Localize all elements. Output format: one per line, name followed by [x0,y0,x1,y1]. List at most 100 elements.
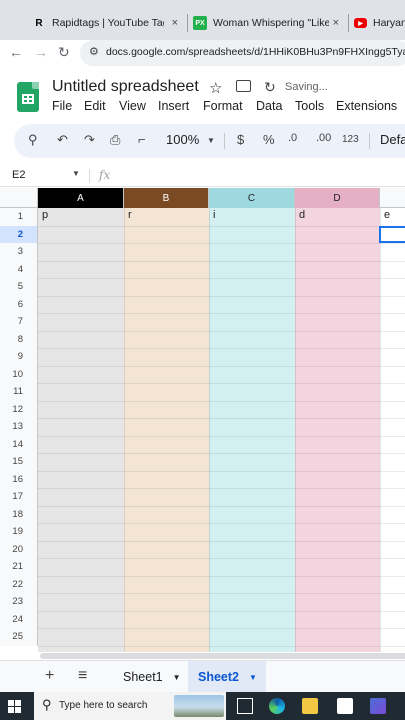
row-header-6[interactable]: 6 [0,295,38,313]
search-icon[interactable]: ⚲ [28,132,38,148]
menu-edit[interactable]: Edit [84,99,106,113]
row-gridline [38,260,405,262]
paint-format-icon[interactable]: ⌐ [138,132,146,147]
row-header-3[interactable]: 3 [0,243,38,261]
menu-insert[interactable]: Insert [158,99,189,113]
browser-tab-label: Woman Whispering "Like and S [213,17,329,29]
star-icon[interactable]: ☆ [209,79,222,97]
row-gridline [38,243,405,244]
close-icon[interactable]: × [333,17,339,29]
row-header-2[interactable]: 2 [0,225,38,243]
tab-sheet1[interactable]: Sheet1 ▼ [113,661,191,693]
taskbar-search[interactable]: ⚲ Type here to search [34,692,226,720]
zoom-select[interactable]: 100% [166,132,199,147]
selected-cell-e2[interactable] [379,226,405,243]
cell-c1[interactable]: i [213,209,215,221]
sheet-tab-bar: + ≡ Sheet1 ▼ Sheet2 ▼ [0,660,405,693]
browser-tab-woman-whispering[interactable]: PX Woman Whispering "Like and S × [193,6,343,40]
row-header-20[interactable]: 20 [0,540,38,558]
row-gridline [38,278,405,279]
row-header-10[interactable]: 10 [0,365,38,383]
row-header-17[interactable]: 17 [0,488,38,506]
row-header-19[interactable]: 19 [0,523,38,541]
cell-e1[interactable]: e [384,209,390,221]
increase-decimal-button[interactable]: .00 [316,132,331,144]
row-header-18[interactable]: 18 [0,505,38,523]
site-settings-icon[interactable]: ⚙ [89,45,99,58]
column-header-b[interactable]: B [124,188,209,208]
menu-view[interactable]: View [119,99,146,113]
row-header-1[interactable]: 1 [0,208,38,226]
menu-format[interactable]: Format [203,99,243,113]
undo-icon[interactable]: ↶ [57,132,68,148]
row-header-14[interactable]: 14 [0,435,38,453]
document-title[interactable]: Untitled spreadsheet [52,78,199,96]
back-arrow-icon[interactable]: ← [9,44,23,60]
menu-extensions[interactable]: Extensions [336,99,397,113]
file-explorer-icon[interactable] [302,698,318,714]
row-header-25[interactable]: 25 [0,628,38,646]
row-header-15[interactable]: 15 [0,453,38,471]
taskbar-search-placeholder: Type here to search [59,700,148,711]
row-header-8[interactable]: 8 [0,330,38,348]
menu-data[interactable]: Data [256,99,282,113]
sheets-logo-icon[interactable] [17,82,39,112]
font-select[interactable]: Defa [380,132,405,147]
browser-tab-rapidtags[interactable]: R Rapidtags | YouTube Tag Gener × [32,6,182,40]
edge-icon[interactable] [269,698,285,714]
tab-divider [187,14,188,32]
cell-b1[interactable]: r [128,209,132,221]
store-icon[interactable] [370,698,386,714]
redo-icon[interactable]: ↷ [84,132,95,148]
address-bar-row: ← → ↻ ⚙ docs.google.com/spreadsheets/d/1… [0,40,405,66]
row-header-16[interactable]: 16 [0,470,38,488]
move-to-folder-icon[interactable] [236,80,251,92]
row-gridline [38,435,405,437]
currency-button[interactable]: $ [237,132,244,147]
percent-button[interactable]: % [263,132,275,147]
column-header-a[interactable]: A [38,188,124,208]
row-header-24[interactable]: 24 [0,610,38,628]
row-header-13[interactable]: 13 [0,418,38,436]
all-sheets-icon[interactable]: ≡ [78,667,87,685]
close-icon[interactable]: × [172,17,178,29]
row-header-5[interactable]: 5 [0,278,38,296]
row-header-12[interactable]: 12 [0,400,38,418]
row-header-11[interactable]: 11 [0,383,38,401]
row-header-21[interactable]: 21 [0,558,38,576]
tab-sheet2[interactable]: Sheet2 ▼ [188,661,266,693]
cell-d1[interactable]: d [299,209,305,221]
chevron-down-icon[interactable]: ▼ [173,673,181,682]
column-header-d[interactable]: D [295,188,380,208]
row-header-4[interactable]: 4 [0,260,38,278]
chevron-down-icon[interactable]: ▼ [72,169,80,178]
address-bar[interactable]: ⚙ docs.google.com/spreadsheets/d/1HHiK0B… [80,40,405,66]
row-header-22[interactable]: 22 [0,575,38,593]
row-header-9[interactable]: 9 [0,348,38,366]
row-header-23[interactable]: 23 [0,593,38,611]
task-view-icon[interactable] [237,698,253,714]
row-header-7[interactable]: 7 [0,313,38,331]
windows-start-icon[interactable] [8,700,22,714]
select-all-corner[interactable] [0,188,38,208]
cell-a1[interactable]: p [42,209,48,221]
row-gridline [38,523,405,524]
menu-tools[interactable]: Tools [295,99,324,113]
decrease-decimal-button[interactable]: .0 [288,132,297,144]
chevron-down-icon[interactable]: ▼ [207,136,215,145]
column-header-c[interactable]: C [209,188,295,208]
horizontal-scrollbar[interactable] [40,653,405,659]
chevron-down-icon[interactable]: ▼ [249,673,257,682]
print-icon[interactable]: ⎙ [110,132,120,148]
browser-tab-haryanvi[interactable]: ▶ Haryanvi [354,6,405,40]
spreadsheet-grid[interactable]: A B C D 1 2 3 4 5 6 7 8 9 10 11 12 13 14 15 16 17 18 19 20 2… [0,188,405,652]
column-header-e[interactable] [380,188,405,208]
add-sheet-icon[interactable]: + [45,667,54,685]
toolbar-divider [369,133,370,149]
forward-arrow-icon[interactable]: → [34,44,48,60]
reload-icon[interactable]: ↻ [58,44,70,61]
mail-icon[interactable] [337,698,353,714]
name-box[interactable]: E2 [12,169,25,181]
menu-file[interactable]: File [52,99,72,113]
number-format-button[interactable]: 123 [342,134,359,145]
